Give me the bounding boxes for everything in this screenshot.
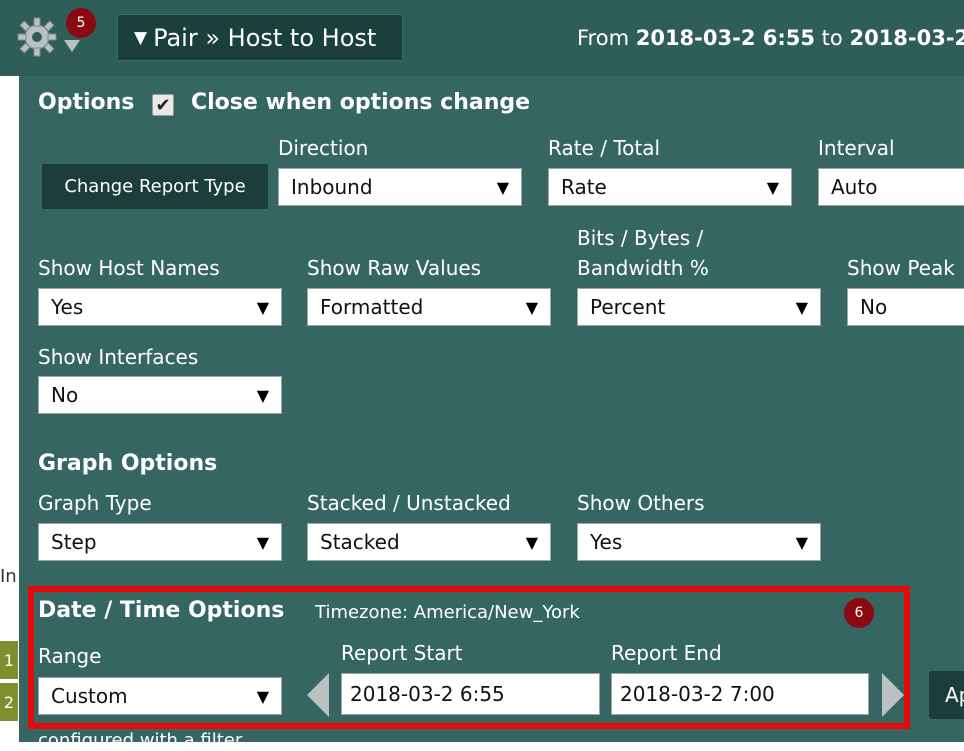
to-date: 2018-03-2 [849, 26, 964, 50]
chevron-down-icon: ▼ [525, 532, 538, 552]
rate-total-select[interactable]: Rate ▼ [548, 168, 792, 206]
show-host-names-label: Show Host Names [38, 256, 220, 280]
direction-value: Inbound [291, 175, 373, 199]
chevron-down-icon: ▼ [795, 297, 808, 317]
chevron-down-icon: ▼ [795, 532, 808, 552]
close-when-change-label: Close when options change [191, 90, 531, 115]
show-raw-values-label: Show Raw Values [307, 256, 482, 280]
show-interfaces-value: No [51, 383, 79, 407]
datetime-highlight-box [28, 586, 910, 729]
stacked-value: Stacked [320, 530, 400, 554]
stacked-label: Stacked / Unstacked [307, 491, 511, 515]
date-range-summary: From 2018-03-2 6:55 to 2018-03-2 [577, 26, 964, 50]
show-raw-values-select[interactable]: Formatted ▼ [307, 288, 551, 326]
change-report-type-button[interactable]: Change Report Type [42, 164, 268, 209]
chevron-down-icon: ▼ [256, 297, 269, 317]
report-type-dropdown[interactable]: ▼ Pair » Host to Host [117, 14, 403, 61]
graph-options-title: Graph Options [38, 451, 218, 476]
top-bar: 5 ▼ Pair » Host to Host From 2018-03-2 6… [0, 0, 964, 76]
show-others-label: Show Others [577, 491, 705, 515]
background-footer-text: configured with a filter [38, 730, 243, 751]
graph-type-select[interactable]: Step ▼ [38, 523, 282, 561]
show-peak-label: Show Peak [847, 256, 955, 280]
bits-bytes-value: Percent [590, 295, 666, 319]
graph-type-label: Graph Type [38, 491, 152, 515]
apply-button[interactable]: Ap [929, 671, 964, 719]
rate-total-label: Rate / Total [548, 136, 661, 160]
show-host-names-select[interactable]: Yes ▼ [38, 288, 282, 326]
close-when-change-checkbox[interactable]: ✔ [152, 94, 174, 116]
interval-select[interactable]: Auto [818, 168, 964, 206]
show-others-value: Yes [590, 530, 623, 554]
show-others-select[interactable]: Yes ▼ [577, 523, 821, 561]
show-peak-value: No [860, 295, 888, 319]
triangle-down-icon: ▼ [134, 27, 148, 48]
bits-bytes-label-line2: Bandwidth % [577, 256, 709, 280]
show-peak-select[interactable]: No [847, 288, 964, 326]
from-date: 2018-03-2 6:55 [635, 26, 815, 50]
from-label: From [577, 26, 630, 50]
bits-bytes-label-line1: Bits / Bytes / [577, 226, 704, 250]
options-title: Options [38, 90, 135, 115]
background-row-number: 2 [0, 683, 18, 721]
show-interfaces-select[interactable]: No ▼ [38, 376, 282, 414]
stacked-select[interactable]: Stacked ▼ [307, 523, 551, 561]
graph-type-value: Step [51, 530, 97, 554]
chevron-down-icon: ▼ [525, 297, 538, 317]
background-text: In [0, 566, 17, 587]
direction-label: Direction [278, 136, 369, 160]
direction-select[interactable]: Inbound ▼ [278, 168, 522, 206]
background-row-number: 1 [0, 641, 18, 679]
gear-icon[interactable] [14, 14, 60, 58]
show-raw-values-value: Formatted [320, 295, 424, 319]
show-interfaces-label: Show Interfaces [38, 345, 199, 369]
chevron-down-icon: ▼ [496, 177, 509, 197]
to-label: to [821, 26, 843, 50]
annotation-badge: 6 [844, 598, 874, 628]
show-host-names-value: Yes [51, 295, 84, 319]
checkmark-icon: ✔ [155, 94, 171, 116]
chevron-down-icon[interactable] [64, 40, 80, 52]
chevron-down-icon: ▼ [256, 532, 269, 552]
chevron-down-icon: ▼ [256, 385, 269, 405]
report-type-label: Pair » Host to Host [153, 23, 377, 52]
interval-label: Interval [818, 136, 895, 160]
notification-badge: 5 [66, 8, 96, 38]
rate-total-value: Rate [561, 175, 607, 199]
bits-bytes-select[interactable]: Percent ▼ [577, 288, 821, 326]
chevron-down-icon: ▼ [766, 177, 779, 197]
interval-value: Auto [831, 175, 878, 199]
